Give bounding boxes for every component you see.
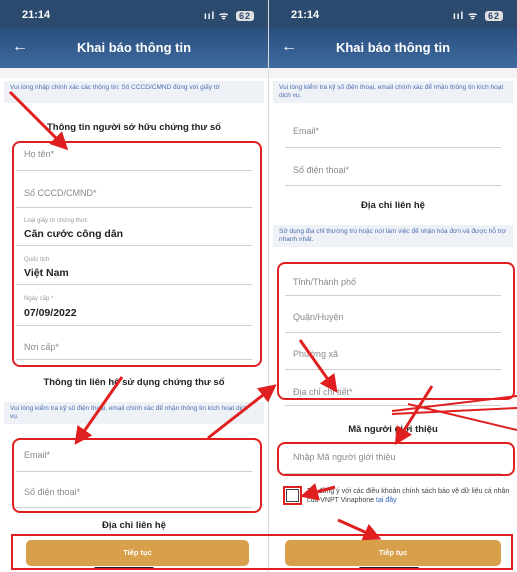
status-time: 21:14 bbox=[291, 9, 320, 21]
info-note: Vui lòng kiểm tra kỹ số điện thoại, emai… bbox=[273, 81, 513, 103]
annotation-box-continue-buttons bbox=[11, 534, 513, 570]
page-title: Khai báo thông tin bbox=[76, 40, 192, 55]
status-icons: ııl ᯤ 62 bbox=[453, 8, 503, 22]
sub-toolbar bbox=[269, 68, 517, 78]
phone-label: Số điện thoại* bbox=[293, 165, 350, 175]
contact-section-title: Thông tin liên hệ sử dụng chứng thư số bbox=[43, 377, 225, 388]
status-bar: 21:14 ııl ᯤ 62 bbox=[0, 0, 268, 28]
app-bar: ← Khai báo thông tin bbox=[269, 28, 517, 68]
contact-note: Vui lòng kiểm tra kỹ số điện thoại, emai… bbox=[4, 402, 264, 424]
email-label: Email* bbox=[293, 126, 320, 136]
consent-text: Tôi đồng ý với các điều khoản chính sách… bbox=[307, 487, 511, 505]
screenshot-stage: 21:14 ııl ᯤ 62 ← Khai báo thông tin Vui … bbox=[0, 0, 517, 572]
annotation-box-address-fields bbox=[277, 262, 515, 400]
address-section-title: Địa chỉ liên hệ bbox=[102, 520, 166, 531]
signal-icon: ııl ᯤ bbox=[452, 11, 479, 22]
annotation-box-checkbox bbox=[283, 486, 302, 505]
left-phone-screen: 21:14 ııl ᯤ 62 ← Khai báo thông tin Vui … bbox=[0, 0, 268, 572]
annotation-box-contact-fields bbox=[12, 438, 262, 513]
address-note: Sử dụng địa chỉ thường trú hoặc nơi làm … bbox=[273, 225, 513, 247]
sub-toolbar bbox=[0, 68, 268, 78]
owner-section-title: Thông tin người sở hữu chứng thư số bbox=[46, 122, 221, 133]
battery-icon: 62 bbox=[235, 11, 254, 21]
status-icons: ııl ᯤ 62 bbox=[204, 8, 254, 22]
info-note: Vui lòng nhập chính xác các thông tin: S… bbox=[4, 81, 264, 103]
app-bar: ← Khai báo thông tin bbox=[0, 28, 268, 68]
address-section-title: Địa chỉ liên hệ bbox=[361, 200, 425, 211]
status-time: 21:14 bbox=[22, 9, 51, 21]
page-title: Khai báo thông tin bbox=[335, 40, 451, 55]
signal-icon: ııl ᯤ bbox=[203, 11, 230, 22]
referrer-section-title: Mã người giới thiệu bbox=[348, 424, 438, 435]
phone-field[interactable]: Số điện thoại* bbox=[285, 156, 501, 186]
right-phone-screen: 21:14 ııl ᯤ 62 ← Khai báo thông tin Vui … bbox=[269, 0, 517, 572]
annotation-box-owner-fields bbox=[12, 141, 262, 367]
consent-link[interactable]: tại đây bbox=[376, 497, 397, 504]
consent-statement: Tôi đồng ý với các điều khoản chính sách… bbox=[307, 488, 510, 504]
annotation-box-referrer bbox=[277, 442, 515, 476]
status-bar: 21:14 ııl ᯤ 62 bbox=[269, 0, 517, 28]
battery-icon: 62 bbox=[484, 11, 503, 21]
email-field[interactable]: Email* bbox=[285, 118, 501, 148]
